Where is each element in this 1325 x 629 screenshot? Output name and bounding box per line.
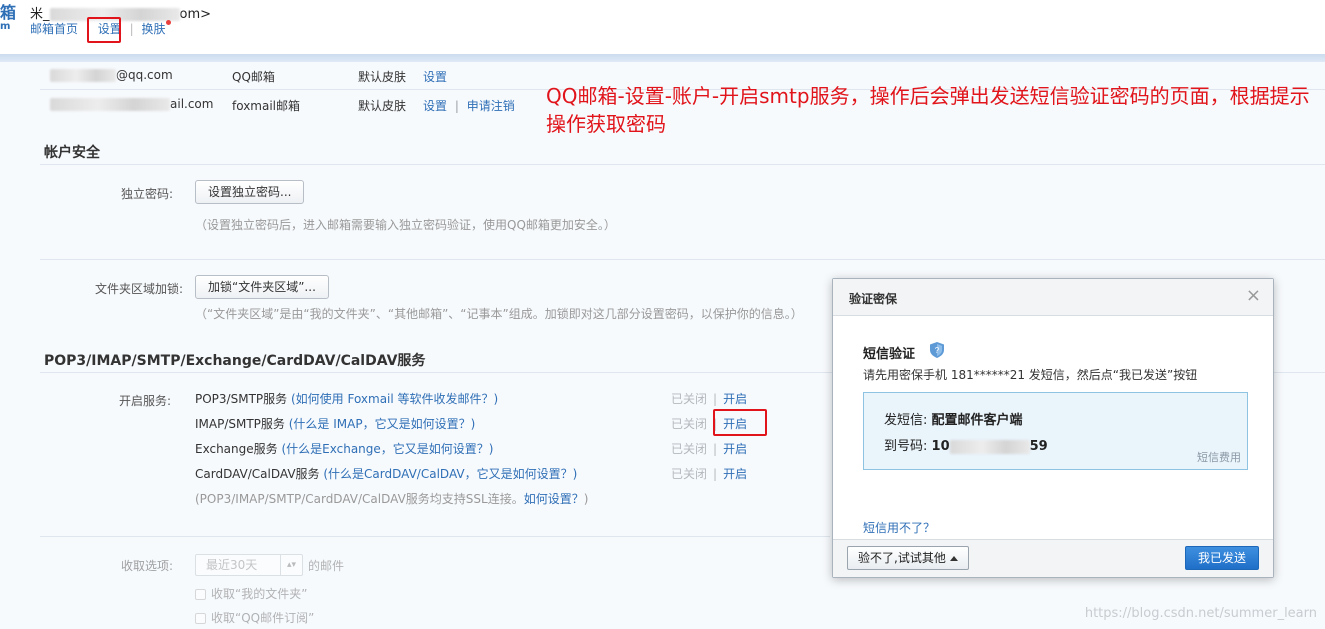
- service-name: IMAP/SMTP服务: [195, 417, 285, 431]
- receive-options-label: 收取选项:: [120, 559, 173, 573]
- password-hint: （设置独立密码后，进入邮箱需要输入独立密码验证，使用QQ邮箱更加安全。）: [195, 218, 616, 232]
- highlight-settings-box: [87, 17, 121, 43]
- account-cancel-link[interactable]: 申请注销: [467, 99, 515, 113]
- logo-subtext: m: [0, 21, 11, 32]
- dialog-title: 验证密保: [849, 292, 898, 306]
- select-suffix: 的邮件: [308, 559, 345, 573]
- folder-lock-hint: （“文件夹区域”是由“我的文件夹”、“其他邮箱”、“记事本”组成。加锁即对这几部…: [195, 307, 803, 321]
- account-settings-link[interactable]: 设置: [423, 68, 447, 85]
- service-exchange: Exchange服务 (什么是Exchange，它又是如何设置？): [195, 440, 493, 457]
- try-other-button[interactable]: 验不了,试试其他: [847, 546, 969, 570]
- sms-content-value: 配置邮件客户端: [931, 413, 1023, 428]
- service-name: CardDAV/CalDAV服务: [195, 467, 320, 481]
- service-status-caldav: 已关闭 | 开启: [671, 467, 748, 481]
- top-header: 箱 m 米_ om> 邮箱首页 | 设置 | 换肤: [0, 0, 1325, 54]
- caret-up-icon: [949, 556, 958, 561]
- redacted-number: [949, 439, 1030, 454]
- checkbox-icon: [195, 613, 206, 624]
- sms-unavailable-link[interactable]: 短信用不了？: [863, 519, 935, 536]
- ssl-note-text: (POP3/IMAP/SMTP/CardDAV/CalDAV服务均支持SSL连接…: [195, 492, 524, 506]
- sms-to-prefix: 10: [931, 439, 950, 454]
- service-status-exchange: 已关闭 | 开启: [671, 442, 748, 456]
- divider: [40, 259, 1325, 260]
- enable-caldav-link[interactable]: 开启: [723, 467, 747, 481]
- receive-subscription-checkbox[interactable]: 收取“QQ邮件订阅”: [195, 609, 314, 626]
- account-skin: 默认皮肤: [358, 99, 407, 113]
- nav-mail-home[interactable]: 邮箱首页: [30, 20, 78, 37]
- status-text: 已关闭: [671, 442, 708, 456]
- sms-fee-link[interactable]: 短信费用: [1197, 449, 1241, 465]
- set-password-button[interactable]: 设置独立密码...: [195, 180, 305, 204]
- verify-dialog: 验证密保 × 短信验证 ? 请先用密保手机 181******21 发短信，然后…: [832, 278, 1274, 578]
- service-help-link[interactable]: (如何使用 Foxmail 等软件收发邮件？): [291, 392, 498, 406]
- service-name: POP3/SMTP服务: [195, 392, 288, 406]
- checkbox-icon: [195, 589, 206, 600]
- red-annotation-text: QQ邮箱-设置-账户-开启smtp服务，操作后会弹出发送短信验证密码的页面，根据…: [546, 84, 1310, 136]
- receive-my-folders-checkbox[interactable]: 收取“我的文件夹”: [195, 585, 307, 602]
- service-help-link[interactable]: (什么是CardDAV/CalDAV，它又是如何设置？): [323, 467, 577, 481]
- shield-icon: ?: [930, 342, 944, 358]
- ssl-note-end: ): [583, 492, 589, 506]
- select-value: 最近30天: [206, 558, 258, 572]
- nav-separator: |: [129, 22, 134, 36]
- watermark-text: https://blog.csdn.net/summer_learn: [1084, 606, 1317, 621]
- divider: [40, 536, 830, 537]
- sms-verify-heading: 短信验证: [863, 347, 916, 362]
- receive-range-select[interactable]: 最近30天 ▴▾: [195, 554, 303, 576]
- service-name: Exchange服务: [195, 442, 278, 456]
- folder-lock-label: 文件夹区域加锁:: [94, 282, 183, 296]
- header-divider: [0, 54, 1325, 62]
- account-type: QQ邮箱: [232, 70, 275, 84]
- select-stepper-icon: ▴▾: [280, 555, 302, 575]
- user-suffix: om>: [179, 7, 212, 22]
- service-status-pop3: 已关闭 | 开启: [671, 392, 748, 406]
- nav-skin[interactable]: 换肤: [141, 20, 165, 37]
- sms-info-box: 发短信: 配置邮件客户端 到号码: 10 59 短信费用: [863, 392, 1248, 470]
- status-text: 已关闭: [671, 467, 708, 481]
- account-type: foxmail邮箱: [232, 99, 301, 113]
- sms-to-label: 到号码:: [884, 439, 928, 454]
- close-icon[interactable]: ×: [1246, 287, 1261, 305]
- status-text: 已关闭: [671, 417, 708, 431]
- enable-exchange-link[interactable]: 开启: [723, 442, 747, 456]
- checkbox-label: 收取“QQ邮件订阅”: [211, 611, 315, 625]
- service-help-link[interactable]: (什么是Exchange，它又是如何设置？): [281, 442, 493, 456]
- mailbox-logo[interactable]: 箱 m: [0, 4, 16, 32]
- action-separator: |: [454, 99, 459, 113]
- divider: [40, 164, 1325, 165]
- folder-lock-button[interactable]: 加锁“文件夹区域”...: [195, 275, 329, 299]
- enable-services-label: 开启服务:: [118, 394, 171, 408]
- checkbox-label: 收取“我的文件夹”: [211, 587, 308, 601]
- service-help-link[interactable]: (什么是 IMAP，它又是如何设置？): [289, 417, 476, 431]
- account-email: @qq.com: [116, 68, 173, 82]
- section-title-protocols: POP3/IMAP/SMTP/Exchange/CardDAV/CalDAV服务: [44, 353, 426, 369]
- ssl-note: (POP3/IMAP/SMTP/CardDAV/CalDAV服务均支持SSL连接…: [195, 490, 588, 507]
- account-email: ail.com: [170, 97, 214, 111]
- dialog-header: 验证密保 ×: [833, 279, 1273, 316]
- new-dot-icon: [166, 20, 172, 25]
- account-settings-link[interactable]: 设置: [423, 99, 447, 113]
- service-pop3: POP3/SMTP服务 (如何使用 Foxmail 等软件收发邮件？): [195, 390, 498, 407]
- sms-number-line: 到号码: 10 59: [884, 435, 1048, 454]
- service-imap: IMAP/SMTP服务 (什么是 IMAP，它又是如何设置？): [195, 415, 475, 432]
- sms-to-suffix: 59: [1029, 439, 1048, 454]
- sent-button[interactable]: 我已发送: [1184, 546, 1259, 570]
- ssl-howto-link[interactable]: 如何设置？: [524, 492, 584, 506]
- service-caldav: CardDAV/CalDAV服务 (什么是CardDAV/CalDAV，它又是如…: [195, 465, 577, 482]
- enable-pop3-link[interactable]: 开启: [723, 392, 747, 406]
- try-other-label: 验不了,试试其他: [858, 551, 946, 565]
- sms-content-label: 发短信:: [884, 413, 928, 428]
- logo-text: 箱: [0, 3, 17, 22]
- svg-text:?: ?: [935, 346, 940, 355]
- account-skin: 默认皮肤: [358, 70, 407, 84]
- status-text: 已关闭: [671, 392, 708, 406]
- section-title-security: 帐户安全: [44, 145, 100, 161]
- redacted-email: [50, 98, 170, 111]
- redacted-email: [50, 69, 116, 82]
- independent-password-label: 独立密码:: [120, 187, 173, 201]
- highlight-enable-box: [713, 409, 767, 436]
- sms-instruction: 请先用密保手机 181******21 发短信，然后点“我已发送”按钮: [863, 368, 1198, 382]
- dialog-footer: 验不了,试试其他 我已发送: [833, 539, 1273, 577]
- sms-content-line: 发短信: 配置邮件客户端: [884, 409, 1023, 428]
